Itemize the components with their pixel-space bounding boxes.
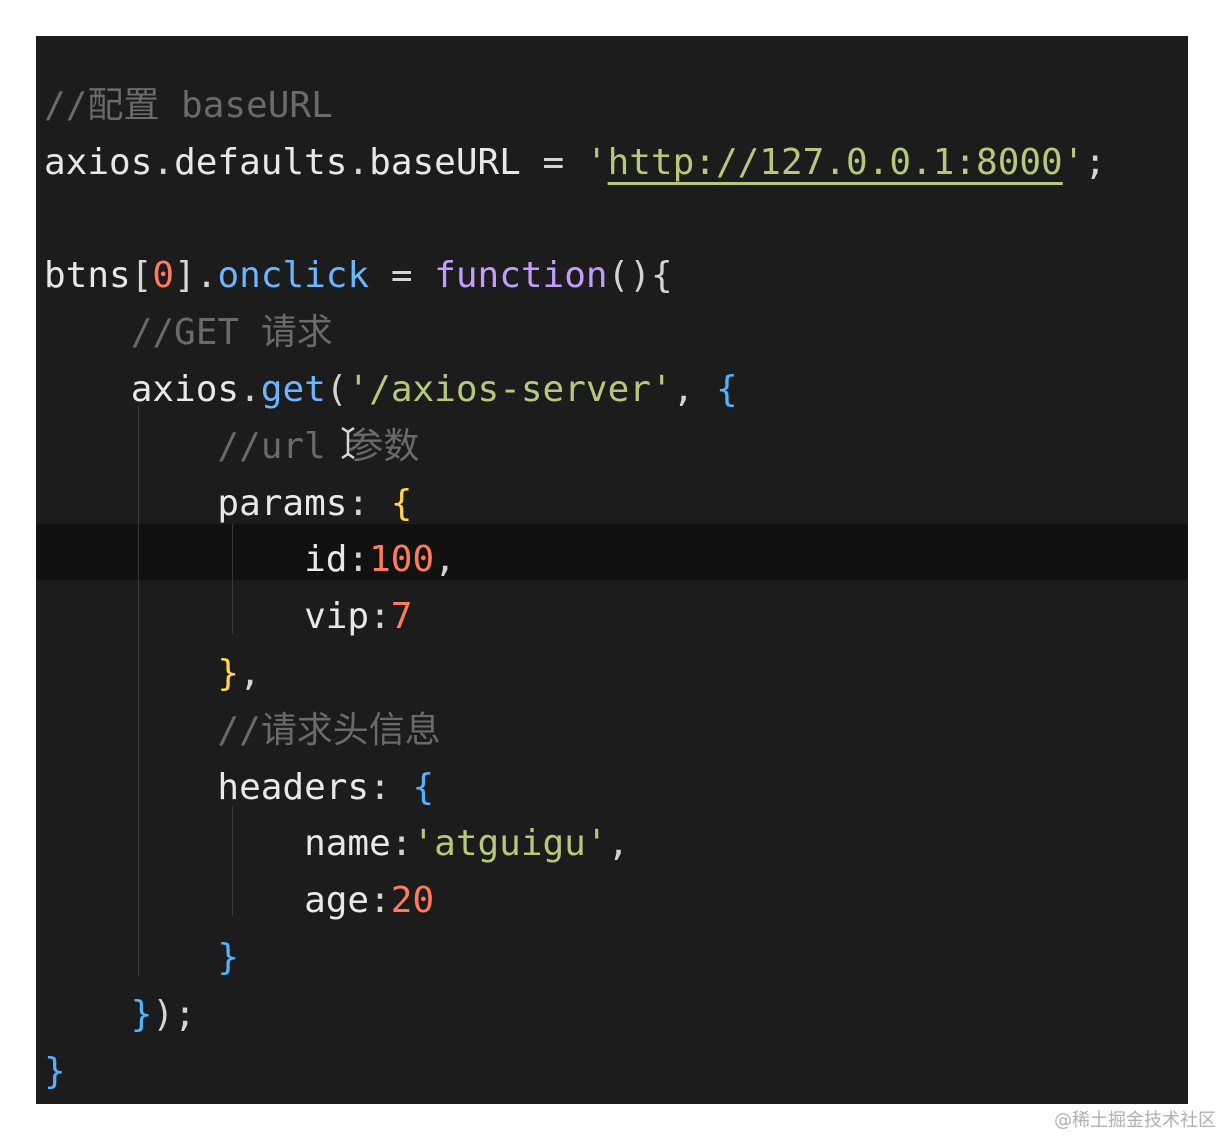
- code-token: 0: [152, 255, 175, 297]
- code-token: );: [152, 993, 196, 1035]
- code-token: 20: [390, 880, 435, 922]
- code-line: //请求头信息: [44, 703, 1106, 760]
- code-token: id: [44, 539, 348, 581]
- code-line: btns[0].onclick = function(){: [44, 248, 1106, 305]
- code-token: :: [347, 482, 391, 524]
- code-token: 'atguigu': [412, 823, 608, 865]
- code-line: params: {: [44, 476, 1106, 533]
- code-token: ;: [1084, 141, 1107, 183]
- code-line: }: [44, 1044, 1106, 1101]
- text-cursor-icon: [341, 426, 355, 460]
- code-token: [: [130, 255, 153, 297]
- code-token: :: [369, 596, 391, 638]
- code-token: ,: [672, 368, 716, 410]
- code-token: onclick: [217, 255, 370, 297]
- code-token: headers: [44, 766, 370, 808]
- code-token: ].: [174, 255, 218, 297]
- code-token: ': [585, 141, 608, 183]
- code-token: ,: [239, 652, 261, 694]
- code-line: }: [44, 930, 1106, 987]
- code-token: ,: [434, 539, 456, 581]
- code-token: axios: [44, 141, 153, 183]
- code-token: baseURL: [369, 141, 521, 183]
- code-token: http://127.0.0.1:8000: [607, 141, 1063, 183]
- code-token: .: [239, 368, 261, 410]
- code-token: {: [390, 482, 413, 524]
- code-token: get: [260, 368, 326, 410]
- code-token: //url 参数: [217, 425, 420, 467]
- code-token: .: [347, 141, 370, 183]
- code-token: }: [217, 652, 240, 694]
- code-token: '/axios-server': [347, 368, 673, 410]
- code-token: =: [369, 255, 435, 297]
- code-token: {: [650, 255, 673, 297]
- code-line: //配置 baseURL: [44, 78, 1106, 135]
- code-line: });: [44, 987, 1106, 1044]
- code-token: btns: [44, 255, 131, 297]
- code-token: 7: [390, 596, 413, 638]
- code-text[interactable]: //配置 baseURL axios.defaults.baseURL = 'ht…: [44, 78, 1106, 1100]
- code-token: =: [520, 141, 586, 183]
- code-line: //GET 请求: [44, 305, 1106, 362]
- code-token: .: [152, 141, 175, 183]
- code-token: function: [434, 255, 608, 297]
- code-token: }: [130, 993, 153, 1035]
- code-token: }: [44, 1050, 66, 1092]
- code-token: vip: [44, 596, 370, 638]
- code-token: params: [44, 482, 348, 524]
- code-line: headers: {: [44, 760, 1106, 817]
- code-token: //请求头信息: [217, 709, 441, 751]
- code-token: defaults: [174, 141, 348, 183]
- code-line: vip:7: [44, 589, 1106, 646]
- code-line: age:20: [44, 873, 1106, 930]
- code-line: },: [44, 646, 1106, 703]
- code-token: ,: [607, 823, 630, 865]
- code-line: axios.get('/axios-server', {: [44, 362, 1106, 419]
- code-token: ': [1062, 141, 1085, 183]
- code-token: //GET 请求: [130, 312, 333, 354]
- code-token: //配置 baseURL: [44, 85, 333, 126]
- code-token: :: [369, 766, 413, 808]
- code-token: {: [715, 368, 738, 410]
- code-token: name: [44, 823, 391, 865]
- code-token: }: [217, 936, 240, 978]
- code-line: id:100,: [44, 532, 1106, 589]
- code-token: axios: [44, 368, 240, 410]
- watermark-text: @稀土掘金技术社区: [1054, 1110, 1216, 1131]
- code-token: (): [607, 255, 651, 297]
- code-token: :: [347, 539, 370, 581]
- code-token: :: [369, 880, 391, 922]
- code-token: 100: [369, 539, 435, 581]
- code-line: axios.defaults.baseURL = 'http://127.0.0…: [44, 135, 1106, 192]
- code-token: age: [44, 880, 370, 922]
- code-token: :: [390, 823, 413, 865]
- code-editor[interactable]: //配置 baseURL axios.defaults.baseURL = 'ht…: [36, 36, 1188, 1104]
- code-token: (: [325, 368, 348, 410]
- code-token: {: [412, 766, 435, 808]
- code-line: name:'atguigu',: [44, 816, 1106, 873]
- code-line: //url 参数: [44, 419, 1106, 476]
